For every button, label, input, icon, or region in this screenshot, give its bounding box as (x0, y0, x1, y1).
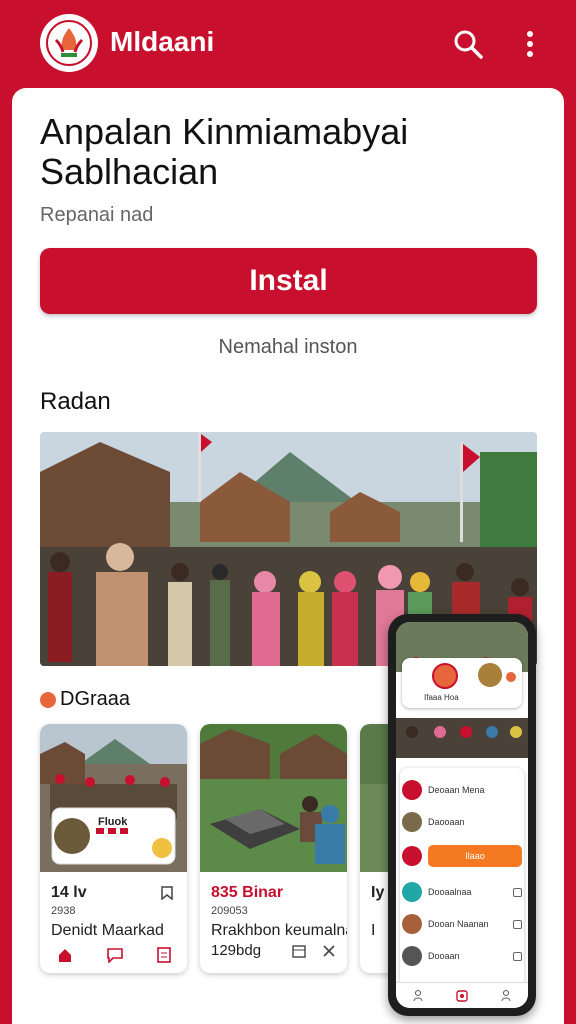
gallery-card[interactable]: Fluok 14 lv 2938 Denidt Maarkad (40, 724, 187, 973)
phone-action-button[interactable]: Ilaao (428, 845, 522, 867)
card-badge-text: Fluok (98, 816, 128, 828)
bookmark-icon[interactable] (160, 886, 174, 900)
calendar-icon[interactable] (292, 944, 306, 958)
more-options-button[interactable] (510, 24, 550, 64)
section-title: Radan (40, 388, 111, 415)
phone-list-item[interactable]: Dooaalnaa (402, 878, 522, 906)
card-meta: 2938 (51, 905, 76, 917)
phone-row-text: Dooaan (428, 951, 460, 961)
checkbox[interactable] (513, 919, 522, 929)
chat-avatar-icon (402, 882, 422, 902)
home-icon[interactable] (57, 947, 73, 963)
card-actions (40, 947, 187, 963)
temple-avatar (478, 663, 502, 687)
app-header: Mldaani (0, 0, 576, 100)
card-subcaption: 129bdg (211, 942, 262, 959)
card-image (40, 724, 187, 872)
phone-action-row: Ilaao (402, 844, 522, 868)
search-button[interactable] (448, 24, 488, 64)
document-icon[interactable] (156, 947, 171, 963)
user-avatar (402, 812, 422, 832)
phone-bottom-nav (396, 982, 528, 1008)
phone-list-item[interactable]: Daooaan (402, 808, 522, 836)
phone-mockup: Ifaaa Hoa Deoaan Mena Daooaan Ilaao Dooa… (388, 614, 536, 1016)
phone-list-item[interactable]: Dooaan (402, 942, 522, 970)
gallery-label-text: DGraaa (60, 688, 131, 710)
gallery-label: DGraaa (40, 688, 130, 711)
phone-strip-image (396, 718, 528, 758)
checkbox[interactable] (513, 951, 522, 961)
search-icon (454, 30, 483, 59)
user-avatar (402, 946, 422, 966)
gallery-dot-icon (40, 691, 56, 708)
user-avatar (402, 914, 422, 934)
phone-header-label: Ifaaa Hoa (424, 693, 459, 702)
home-tab-icon[interactable] (456, 989, 468, 1002)
phone-profile-card: Ifaaa Hoa (402, 658, 522, 708)
card-title: 835 Binar (211, 884, 284, 901)
flame-leaf-icon (46, 20, 92, 66)
profile-avatar (432, 663, 458, 689)
install-button[interactable]: Instal (40, 248, 537, 314)
app-subtitle: Repanai nad (40, 204, 154, 226)
phone-row-text: Deoaan Mena (428, 785, 485, 795)
app-detail-page: Anpalan Kinmiamabyai Sablhacian Repanai … (12, 88, 564, 1024)
person-icon[interactable] (413, 989, 423, 1002)
flag-icon (402, 846, 422, 866)
phone-list-item[interactable]: Dooan Naanan (402, 910, 522, 938)
tools-icon[interactable] (322, 944, 336, 958)
card-title: 14 lv (51, 884, 87, 901)
card-meta: 209053 (211, 905, 248, 917)
card-caption: Rrakhbon keumalnad (211, 922, 347, 939)
card-title: Iy (371, 884, 385, 901)
chat-icon[interactable] (106, 947, 124, 963)
more-vert-icon (527, 31, 533, 57)
card-caption: I (371, 922, 376, 939)
phone-list-item[interactable]: Deoaan Mena (402, 776, 522, 804)
phone-row-text: Daooaan (428, 817, 465, 827)
app-brand-name: Mldaani (110, 26, 215, 57)
install-note: Nemahal inston (218, 336, 358, 358)
phone-row-text: Dooaalnaa (428, 887, 472, 897)
status-dot (506, 672, 516, 682)
app-logo[interactable] (40, 14, 98, 72)
profile-icon[interactable] (501, 989, 511, 1002)
phone-row-text: Dooan Naanan (428, 919, 489, 929)
phone-screen: Ifaaa Hoa Deoaan Mena Daooaan Ilaao Dooa… (396, 622, 528, 1008)
checkbox[interactable] (513, 887, 522, 897)
card-caption: Denidt Maarkad (51, 922, 164, 939)
app-title: Anpalan Kinmiamabyai Sablhacian (40, 111, 409, 192)
gallery-card[interactable]: 835 Binar 209053 Rrakhbon keumalnad 129b… (200, 724, 347, 973)
chat-avatar-icon (402, 780, 422, 800)
card-image (200, 724, 347, 872)
